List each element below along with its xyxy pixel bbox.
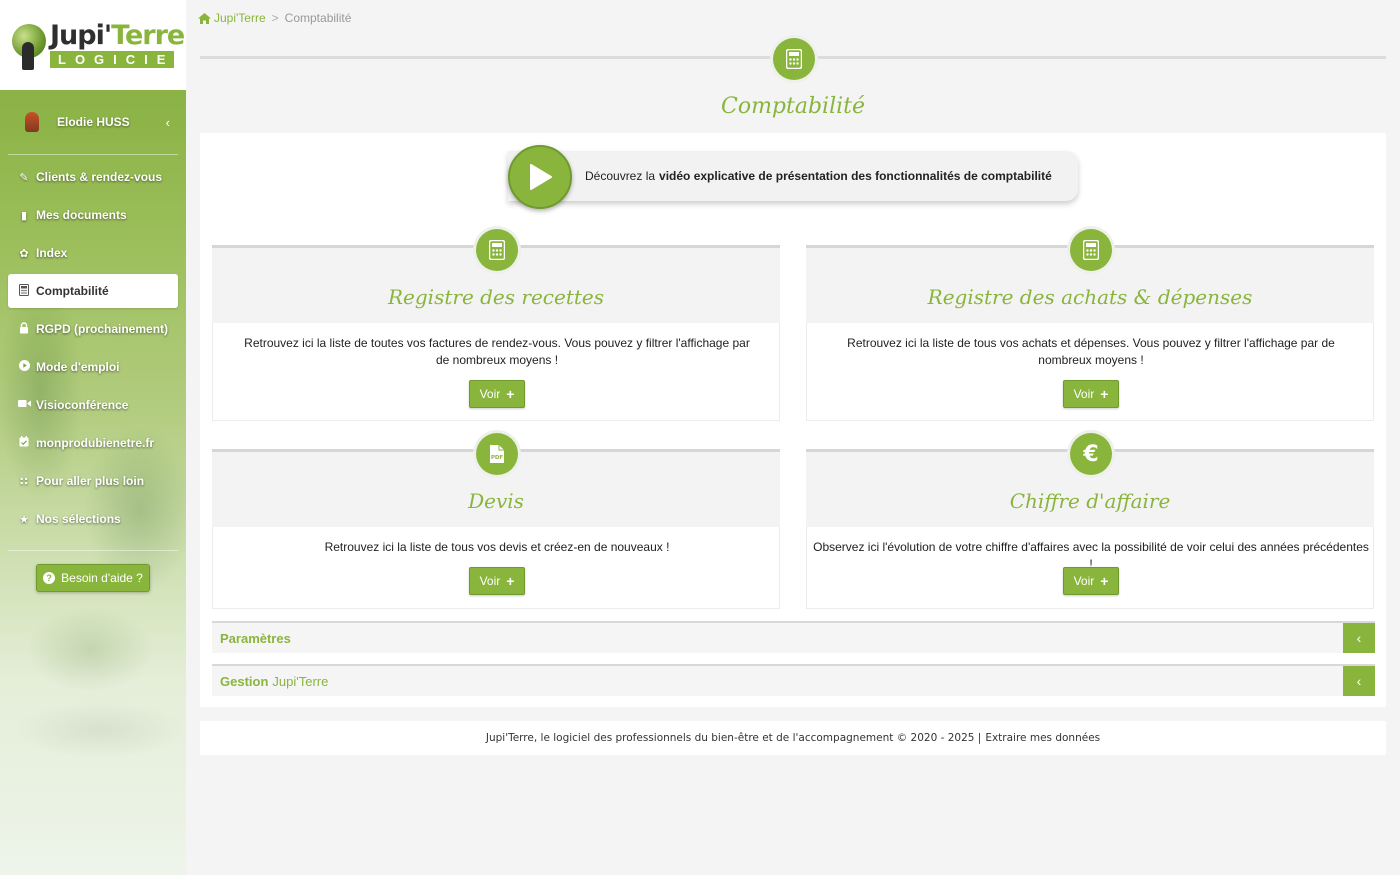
sidebar-item-label: Nos sélections <box>36 512 121 526</box>
footer-text: Jupi'Terre, le logiciel des professionne… <box>485 732 982 744</box>
footer: Jupi'Terre, le logiciel des professionne… <box>200 721 1386 755</box>
play-circle-icon <box>18 360 30 374</box>
calculator-icon <box>18 283 30 299</box>
breadcrumb-separator: > <box>271 11 279 25</box>
sidebar-item-label: Visioconférence <box>36 398 129 412</box>
accordion-gestion[interactable]: Gestion Jupi'Terre ‹ <box>212 664 1375 696</box>
accordion-label: Gestion <box>220 673 269 689</box>
accordion-parametres[interactable]: Paramètres ‹ <box>212 621 1375 653</box>
video-camera-icon <box>18 399 31 411</box>
accordion-label: Paramètres <box>220 630 291 646</box>
sidebar-item-selections[interactable]: ★ Nos sélections <box>8 502 178 536</box>
lock-icon <box>18 321 30 337</box>
sidebar-item-comptabilite[interactable]: Comptabilité <box>8 274 178 308</box>
sidebar-item-clients[interactable]: ✎ Clients & rendez-vous <box>8 160 178 194</box>
pdf-icon: PDF <box>476 433 518 475</box>
plus-icon: + <box>506 573 515 589</box>
logo-title-part2: Terre <box>111 20 185 51</box>
sidebar-item-label: Mode d'emploi <box>36 360 120 374</box>
plus-icon: + <box>1100 573 1109 589</box>
help-button[interactable]: ? Besoin d'aide ? <box>36 564 150 592</box>
main-panel: Découvrez la vidéo explicative de présen… <box>200 133 1386 707</box>
logo-subtitle: LOGICIEL <box>50 51 182 68</box>
euro-icon: € <box>1070 433 1112 475</box>
card-title: Registre des recettes <box>387 285 604 309</box>
document-icon: ▮ <box>20 209 28 222</box>
plus-icon: + <box>506 386 515 402</box>
chevron-left-icon[interactable]: ‹ <box>1343 623 1375 653</box>
user-menu[interactable]: Elodie HUSS ‹ <box>0 104 186 140</box>
voir-button-label: Voir <box>1073 387 1095 401</box>
card-description: Retrouvez ici la liste de tous vos achat… <box>847 336 1335 367</box>
sidebar-item-visio[interactable]: Visioconférence <box>8 388 178 422</box>
sidebar-item-mode-emploi[interactable]: Mode d'emploi <box>8 350 178 384</box>
voir-button[interactable]: Voir + <box>1063 567 1119 595</box>
chevron-left-icon[interactable]: ‹ <box>1343 666 1375 696</box>
voir-button[interactable]: Voir + <box>469 380 525 408</box>
plus-icon: + <box>1100 386 1109 402</box>
sidebar-item-index[interactable]: ✿ Index <box>8 236 178 270</box>
breadcrumb-home-label: Jupi'Terre <box>214 11 266 25</box>
star-icon: ★ <box>19 513 29 526</box>
sidebar-item-label: monprodubienetre.fr <box>36 436 155 450</box>
sidebar-item-documents[interactable]: ▮ Mes documents <box>8 198 178 232</box>
voir-button[interactable]: Voir + <box>469 567 525 595</box>
sidebar-item-rgpd[interactable]: RGPD (prochainement) <box>8 312 178 346</box>
calendar-check-icon <box>18 436 30 450</box>
leaf-icon: ✿ <box>19 247 29 260</box>
sidebar-item-label: Comptabilité <box>36 284 109 298</box>
sidebar-nav: ✎ Clients & rendez-vous ▮ Mes documents … <box>8 160 178 540</box>
card-description: Retrouvez ici la liste de toutes vos fac… <box>244 336 750 367</box>
sidebar-item-label: RGPD (prochainement) <box>36 322 169 336</box>
calculator-icon <box>1070 229 1112 271</box>
home-icon <box>198 12 211 24</box>
voir-button-label: Voir <box>1073 574 1095 588</box>
play-button[interactable] <box>508 145 572 209</box>
sidebar-item-label: Mes documents <box>36 208 127 222</box>
sidebar-divider <box>8 550 178 551</box>
card-title: Chiffre d'affaire <box>1009 489 1171 513</box>
breadcrumb-current: Comptabilité <box>284 11 352 25</box>
card-description: Retrouvez ici la liste de tous vos devis… <box>324 540 670 554</box>
logo[interactable]: Jupi'Terre LOGICIEL <box>0 0 186 90</box>
accordion-label-secondary: Jupi'Terre <box>272 673 329 689</box>
card-title: Registre des achats & dépenses <box>927 285 1253 309</box>
sidebar: Jupi'Terre LOGICIEL Elodie HUSS ‹ ✎ Clie… <box>0 0 186 875</box>
help-button-label: Besoin d'aide ? <box>61 571 143 585</box>
svg-text:PDF: PDF <box>491 455 504 461</box>
calculator-icon <box>773 38 815 80</box>
voir-button-label: Voir <box>479 574 501 588</box>
graduation-icon: ∷ <box>20 475 28 488</box>
logo-title-part1: Jupi' <box>50 20 112 51</box>
sidebar-item-label: Index <box>36 246 68 260</box>
sidebar-item-monprodubienetre[interactable]: monprodubienetre.fr <box>8 426 178 460</box>
pencil-icon: ✎ <box>19 171 29 184</box>
sidebar-item-label: Clients & rendez-vous <box>36 170 163 184</box>
card-title: Devis <box>468 489 524 513</box>
footer-export-link[interactable]: Extraire mes données <box>985 732 1100 744</box>
calculator-icon <box>476 229 518 271</box>
sidebar-divider <box>8 154 178 155</box>
video-banner-prefix: Découvrez la <box>585 169 656 183</box>
breadcrumb-home[interactable]: Jupi'Terre <box>198 11 266 25</box>
sidebar-item-aller-plus-loin[interactable]: ∷ Pour aller plus loin <box>8 464 178 498</box>
avatar <box>25 112 39 132</box>
video-banner[interactable]: Découvrez la vidéo explicative de présen… <box>508 151 1078 201</box>
logo-globe-icon <box>10 20 46 70</box>
play-icon <box>530 164 552 190</box>
user-name: Elodie HUSS <box>57 115 130 129</box>
breadcrumb: Jupi'Terre > Comptabilité <box>198 11 351 25</box>
chevron-left-icon[interactable]: ‹ <box>166 115 170 130</box>
sidebar-item-label: Pour aller plus loin <box>36 474 145 488</box>
voir-button[interactable]: Voir + <box>1063 380 1119 408</box>
page-title: Comptabilité <box>720 94 866 119</box>
voir-button-label: Voir <box>479 387 501 401</box>
video-banner-bold: vidéo explicative de présentation des fo… <box>659 169 1052 183</box>
question-icon: ? <box>43 572 56 584</box>
